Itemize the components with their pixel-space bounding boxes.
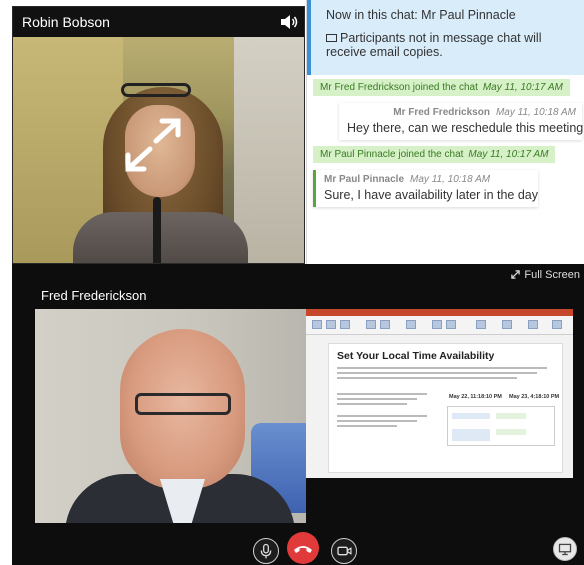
presenter-video	[35, 309, 306, 523]
fullscreen-button[interactable]: Full Screen	[511, 269, 580, 281]
chat-message: Mr Paul Pinnacle May 11, 10:18 AM Sure, I…	[313, 170, 538, 207]
chat-info-banner: Now in this chat: Mr Paul Pinnacle Parti…	[307, 0, 584, 75]
hang-up-button[interactable]	[287, 532, 319, 564]
video-camera-icon	[337, 546, 352, 556]
message-time: May 11, 10:18 AM	[410, 174, 491, 185]
slide-time-right: May 23, 4:18:10 PM	[509, 394, 560, 400]
slide-time-left: May 22, 11:18:10 PM	[449, 394, 502, 400]
message-time: May 11, 10:18 AM	[495, 107, 576, 118]
message-text: Sure, I have availability later in the d…	[324, 188, 539, 202]
speaker-icon[interactable]	[278, 11, 300, 33]
fullscreen-icon	[511, 270, 521, 279]
presenter-name: Fred Frederickson	[41, 288, 147, 303]
system-message: Mr Fred Fredrickson joined the chat May 1…	[313, 79, 570, 96]
slide-table	[447, 406, 555, 446]
chat-panel[interactable]: Now in this chat: Mr Paul Pinnacle Parti…	[306, 0, 584, 264]
microphone-icon	[260, 543, 272, 559]
phone-hangup-icon	[294, 546, 312, 553]
participant-name: Robin Bobson	[13, 7, 304, 37]
chat-message: Mr Fred Fredrickson May 11, 10:18 AM Hey …	[339, 103, 584, 140]
expand-icon[interactable]	[118, 115, 188, 175]
mute-button[interactable]	[253, 538, 279, 564]
mail-icon	[326, 33, 337, 42]
shared-screen: Set Your Local Time Availability May 22,…	[306, 309, 573, 478]
screen-share-button[interactable]	[553, 537, 577, 561]
video-tile-robin[interactable]: Robin Bobson	[12, 6, 305, 264]
camera-toggle-button[interactable]	[331, 538, 357, 564]
slide-page: Set Your Local Time Availability May 22,…	[328, 343, 563, 473]
message-author: Mr Fred Fredrickson	[393, 107, 490, 118]
chat-participants-text: Now in this chat: Mr Paul Pinnacle	[326, 8, 516, 22]
system-message: Mr Paul Pinnacle joined the chat May 11, …	[313, 146, 556, 163]
screen-share-icon	[558, 543, 572, 556]
email-notice: Participants not in message chat will re…	[326, 31, 542, 59]
main-video-stage[interactable]: Fred Frederickson Full Screen Set Your L…	[12, 264, 584, 565]
slide-title: Set Your Local Time Availability	[337, 350, 495, 362]
message-text: Hey there, can we reschedule this meetin…	[347, 121, 584, 135]
message-author: Mr Paul Pinnacle	[324, 174, 405, 185]
